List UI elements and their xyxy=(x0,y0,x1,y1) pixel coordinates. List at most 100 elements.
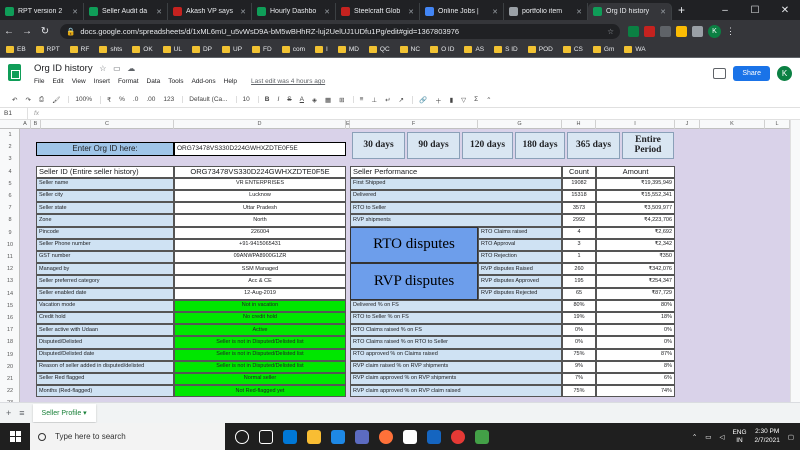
seller-field-value[interactable]: 226004 xyxy=(174,226,346,239)
functions-icon[interactable]: Σ xyxy=(474,96,478,103)
bookmark-item[interactable]: FD xyxy=(252,46,272,53)
zoom-select[interactable]: 100% xyxy=(68,96,92,103)
seller-field-value[interactable]: +91-9415065431 xyxy=(174,238,346,251)
font-select[interactable]: Default (Ca... xyxy=(182,96,228,103)
bookmark-item[interactable]: RF xyxy=(69,46,89,53)
bookmark-item[interactable]: OK xyxy=(132,46,153,53)
vertical-align-icon[interactable]: ⊥ xyxy=(371,96,377,104)
currency-format-button[interactable]: ₹ xyxy=(100,95,111,104)
period-button[interactable]: 90 days xyxy=(407,132,460,159)
clock[interactable]: 2:30 PM 2/7/2021 xyxy=(755,428,780,444)
sheets-logo-icon[interactable] xyxy=(8,64,21,81)
column-header[interactable]: I xyxy=(596,120,675,129)
seller-field-label[interactable]: Seller enabled date xyxy=(36,287,174,300)
row-header[interactable]: 11 xyxy=(0,251,20,263)
browser-tab[interactable]: portfolio item ✕ xyxy=(504,3,588,20)
performance-count[interactable]: 75% xyxy=(562,385,596,398)
performance-count[interactable]: 75% xyxy=(562,348,596,361)
tray-chevron-icon[interactable]: ⌃ xyxy=(692,433,697,441)
print-icon[interactable]: ⎙ xyxy=(39,96,44,104)
spreadsheet-grid[interactable]: ABCDEFGHIJKL 1 2 3 4 5 6 7 8 9 10 11 12 13 14 15 16 17 18… xyxy=(0,120,790,402)
performance-count[interactable]: 7% xyxy=(562,373,596,386)
seller-id-value[interactable]: ORG73478VS330D224GWHXZDTE0F5E xyxy=(174,165,346,178)
all-sheets-icon[interactable]: ≡ xyxy=(19,408,24,418)
app-icon[interactable] xyxy=(403,429,417,444)
bookmark-item[interactable]: CS xyxy=(562,46,583,53)
column-header[interactable]: L xyxy=(765,120,790,129)
last-edit-link[interactable]: Last edit was 4 hours ago xyxy=(251,78,325,85)
seller-field-label[interactable]: Reason of seller added in disputed/delis… xyxy=(36,360,174,373)
performance-label[interactable]: RTO to Seller % on FS xyxy=(350,312,562,325)
performance-label[interactable]: Delivered xyxy=(350,190,562,203)
tab-close-icon[interactable]: ✕ xyxy=(324,8,330,16)
performance-label[interactable]: First Shipped xyxy=(350,177,562,190)
menu-view[interactable]: View xyxy=(72,78,86,85)
performance-amount[interactable]: ₹19,395,949 xyxy=(596,177,675,190)
seller-field-label[interactable]: Seller state xyxy=(36,202,174,215)
extension-icon[interactable] xyxy=(644,25,655,37)
bookmark-star-icon[interactable]: ☆ xyxy=(607,27,614,36)
performance-label[interactable]: RVP claim approved % on RVP shipments xyxy=(350,373,562,386)
seller-field-label[interactable]: Vacation mode xyxy=(36,299,174,312)
performance-label[interactable]: RTO Rejection xyxy=(478,251,562,264)
seller-field-value[interactable]: Uttar Pradesh xyxy=(174,202,346,215)
row-header[interactable]: 8 xyxy=(0,214,20,226)
row-header[interactable]: 15 xyxy=(0,300,20,312)
tab-close-icon[interactable]: ✕ xyxy=(492,8,498,16)
insert-comment-icon[interactable]: ＋ xyxy=(435,95,442,105)
performance-label[interactable]: Delivered % on FS xyxy=(350,299,562,312)
seller-field-value[interactable]: Active xyxy=(174,324,346,337)
browser-tab[interactable]: Akash VP says ✕ xyxy=(168,3,252,20)
row-header[interactable]: 14 xyxy=(0,288,20,300)
tab-close-icon[interactable]: ✕ xyxy=(660,8,666,16)
bookmark-item[interactable]: MD xyxy=(337,46,359,53)
store-icon[interactable] xyxy=(331,429,345,444)
column-header[interactable]: G xyxy=(478,120,562,129)
performance-amount[interactable]: 0% xyxy=(596,324,675,337)
bookmark-item[interactable]: Gm xyxy=(592,46,614,53)
row-header[interactable]: 3 xyxy=(0,153,20,165)
bookmark-item[interactable]: O ID xyxy=(430,46,454,53)
sheets-app-icon[interactable] xyxy=(475,429,489,444)
row-header[interactable]: 5 xyxy=(0,178,20,190)
seller-field-label[interactable]: Pincode xyxy=(36,226,174,239)
bookmark-item[interactable]: com xyxy=(281,46,305,53)
puzzle-icon[interactable] xyxy=(692,25,703,37)
performance-label[interactable]: RVP claim approved % on RVP claim raised xyxy=(350,385,562,398)
performance-count[interactable]: 0% xyxy=(562,336,596,349)
performance-count[interactable]: 65 xyxy=(562,287,596,300)
bookmark-item[interactable]: I xyxy=(315,46,328,53)
seller-field-label[interactable]: Seller name xyxy=(36,177,174,190)
back-icon[interactable]: ← xyxy=(0,26,18,37)
performance-label[interactable]: RVP disputes Approved xyxy=(478,275,562,288)
bookmark-item[interactable]: QC xyxy=(368,46,390,53)
column-header[interactable]: D xyxy=(174,120,346,129)
row-header[interactable]: 22 xyxy=(0,385,20,397)
extension-icon[interactable] xyxy=(676,25,687,37)
text-wrap-icon[interactable]: ↵ xyxy=(385,96,390,104)
bookmark-item[interactable]: UP xyxy=(222,46,242,53)
row-header[interactable]: 16 xyxy=(0,312,20,324)
performance-count[interactable]: 1 xyxy=(562,251,596,264)
add-sheet-icon[interactable]: + xyxy=(6,408,11,418)
fill-color-icon[interactable]: ◈ xyxy=(312,96,317,104)
performance-amount[interactable]: ₹254,347 xyxy=(596,275,675,288)
column-header[interactable]: F xyxy=(350,120,478,129)
performance-label[interactable]: RTO Claims raised % on FS xyxy=(350,324,562,337)
seller-field-value[interactable]: SSM Managed xyxy=(174,263,346,276)
collapse-toolbar-icon[interactable]: ⌃ xyxy=(486,96,491,104)
performance-amount[interactable]: 80% xyxy=(596,299,675,312)
row-header[interactable]: 13 xyxy=(0,275,20,287)
row-header[interactable]: 20 xyxy=(0,361,20,373)
org-id-input[interactable]: ORG73478VS330D224GWHXZDTE0F5E xyxy=(174,142,346,156)
network-icon[interactable]: ▭ xyxy=(705,433,711,441)
bookmark-item[interactable]: RPT xyxy=(35,46,60,53)
strikethrough-button[interactable]: S xyxy=(287,96,291,103)
performance-amount[interactable]: 0% xyxy=(596,336,675,349)
row-header[interactable]: 19 xyxy=(0,349,20,361)
performance-label[interactable]: RTO approved % on Claims raised xyxy=(350,348,562,361)
column-header[interactable]: K xyxy=(700,120,765,129)
move-folder-icon[interactable]: ▭ xyxy=(113,64,121,73)
close-window-icon[interactable]: ✕ xyxy=(770,5,800,16)
performance-label[interactable]: RTO to Seller xyxy=(350,202,562,215)
